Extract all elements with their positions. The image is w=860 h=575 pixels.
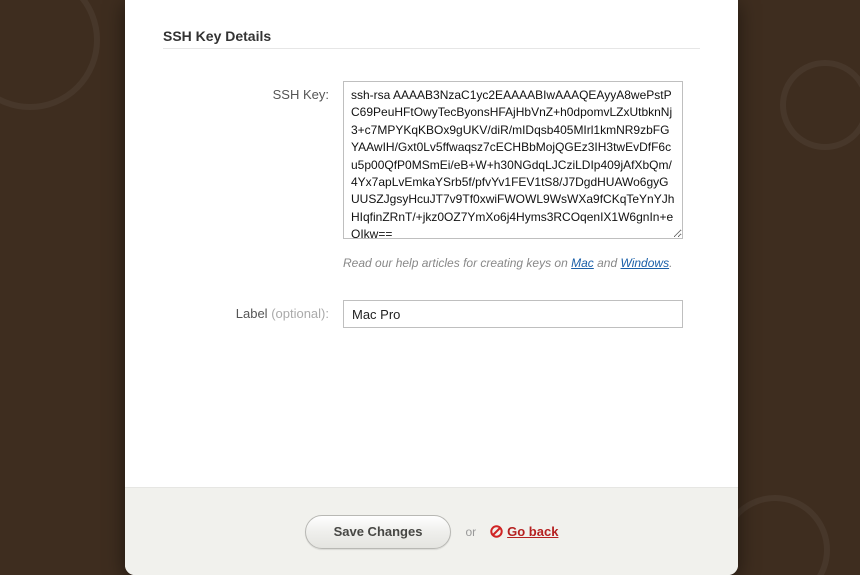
go-back-text: Go back: [507, 524, 558, 539]
ssh-key-dialog: SSH Key Details SSH Key: Read our help a…: [125, 0, 738, 575]
help-suffix: .: [669, 256, 672, 270]
label-optional: (optional):: [271, 306, 329, 321]
no-entry-icon: [490, 525, 503, 538]
or-text: or: [465, 525, 476, 539]
help-link-windows[interactable]: Windows: [621, 256, 670, 270]
ssh-key-row: SSH Key:: [163, 81, 700, 244]
ssh-key-textarea[interactable]: [343, 81, 683, 239]
dialog-footer: Save Changes or Go back: [125, 487, 738, 575]
save-button[interactable]: Save Changes: [305, 515, 452, 549]
help-mid: and: [594, 256, 621, 270]
label-text: Label: [236, 306, 271, 321]
label-row: Label (optional):: [163, 300, 700, 328]
ssh-key-field-wrap: [343, 81, 700, 244]
help-prefix: Read our help articles for creating keys…: [343, 256, 571, 270]
label-input[interactable]: [343, 300, 683, 328]
section-title: SSH Key Details: [163, 28, 700, 49]
help-text: Read our help articles for creating keys…: [343, 256, 700, 270]
label-field-label: Label (optional):: [163, 300, 343, 328]
go-back-link[interactable]: Go back: [490, 524, 558, 539]
dialog-body: SSH Key Details SSH Key: Read our help a…: [125, 0, 738, 487]
label-field-wrap: [343, 300, 700, 328]
ssh-key-label: SSH Key:: [163, 81, 343, 244]
help-link-mac[interactable]: Mac: [571, 256, 594, 270]
